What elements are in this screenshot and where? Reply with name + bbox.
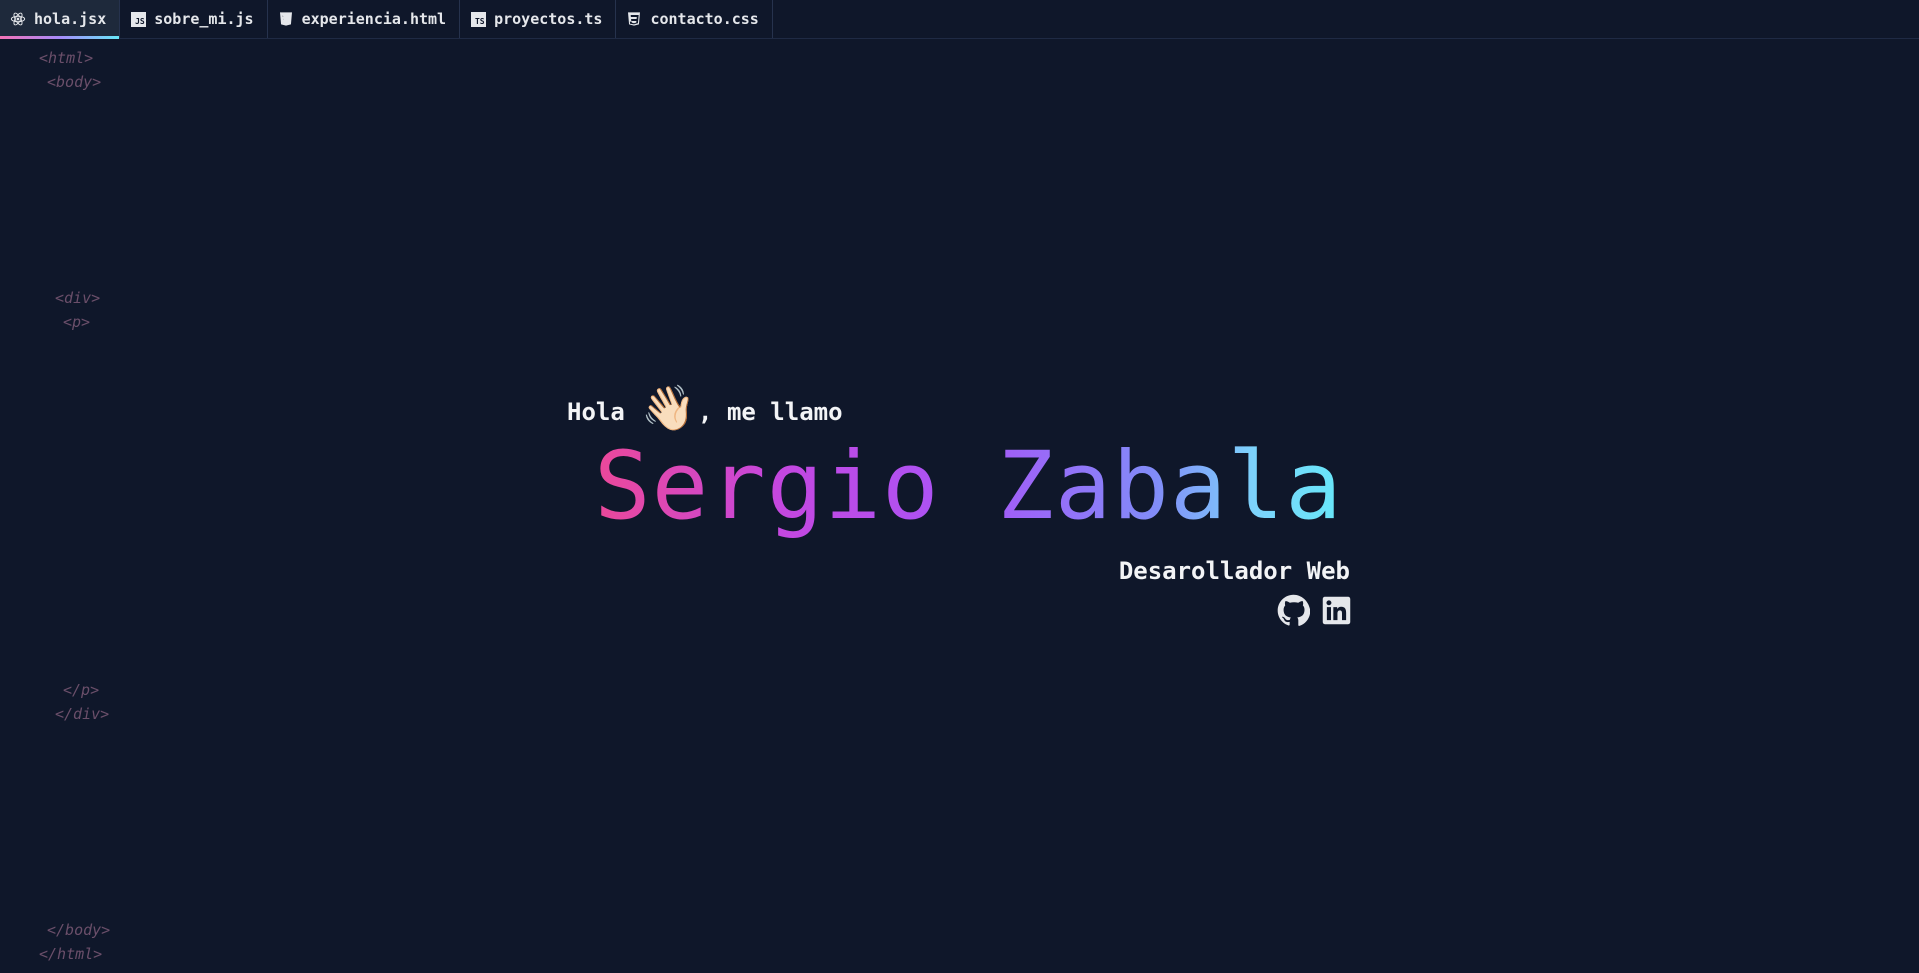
greeting-text: Hola 👋🏻 , me llamo [567,383,843,438]
greeting-before: Hola [567,398,640,426]
developer-role: Desarollador Web [1118,557,1350,585]
github-link[interactable] [1277,594,1310,627]
github-icon [1277,594,1310,627]
social-links [1277,594,1353,627]
hero-section: Hola 👋🏻 , me llamo Sergio Zabala Desarol… [0,0,1919,973]
developer-name: Sergio Zabala [594,432,1343,541]
linkedin-link[interactable] [1320,594,1353,627]
linkedin-icon [1320,594,1353,627]
waving-hand-icon: 👋🏻 [641,383,697,434]
greeting-after: , me llamo [698,398,843,426]
